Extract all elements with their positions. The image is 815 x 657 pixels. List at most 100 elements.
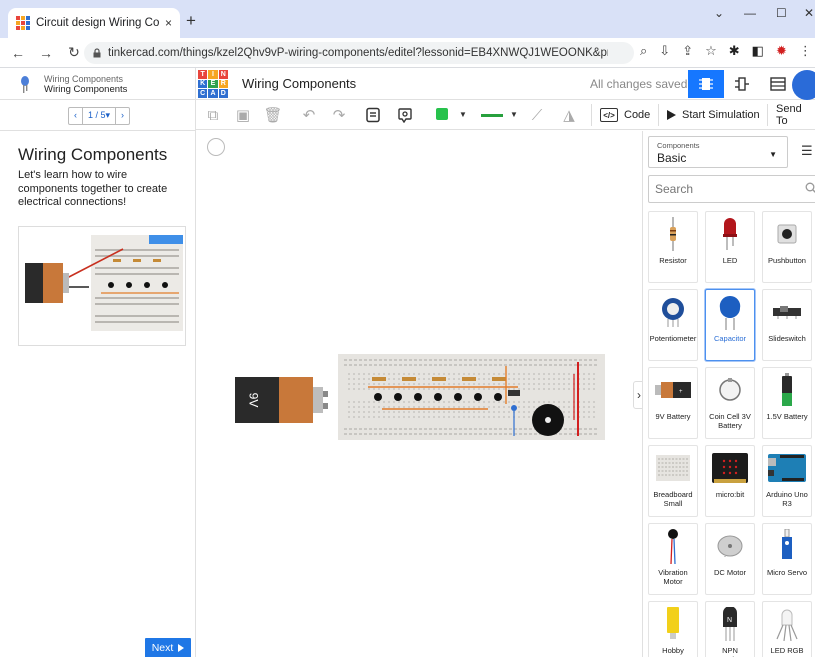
menu-icon[interactable]: ⋮ [799,43,812,59]
browser-tab[interactable]: Circuit design Wiring Componen × [8,8,180,38]
component-card-gearmotor[interactable]: Hobby Gearmotor [648,601,698,657]
color-dropdown-caret-icon[interactable]: ▼ [459,110,467,119]
undo-icon[interactable]: ↶ [300,106,318,124]
forward-arrow-icon[interactable]: → [38,45,54,61]
component-card-npn-transistor[interactable]: N NPN Transistor [705,601,755,657]
start-simulation-button[interactable]: Start Simulation [658,104,768,126]
reload-icon[interactable]: ↻ [66,44,82,61]
schematic-view-button[interactable] [724,70,760,98]
maximize-button[interactable]: ☐ [776,6,787,20]
resistor-icon [670,217,676,251]
microbit-icon [712,453,748,483]
potentiometer-icon [662,298,684,327]
circuit-view-button[interactable] [688,70,724,98]
component-name: Slideswitch [768,334,806,343]
wire-type-swatch[interactable] [481,114,503,117]
components-select-label: Components [657,141,700,150]
paste-icon[interactable]: ▣ [234,106,252,124]
extensions-icon[interactable]: ✱ [729,43,740,59]
components-category-select[interactable]: Components Basic ▼ [648,136,788,168]
rotate-icon[interactable]: ⟋ [528,106,546,124]
circuit-canvas[interactable]: 9V [197,131,642,657]
pager-prev-button[interactable]: ‹ [69,108,82,124]
project-title[interactable]: Wiring Components [242,76,356,91]
play-icon [667,110,676,120]
component-card-aa-battery[interactable]: 1.5V Battery [762,367,812,439]
pushbutton-icon [777,224,797,244]
pager-page-select[interactable]: 1 / 5▾ [82,108,115,124]
copy-icon[interactable]: ⧉ [204,106,222,124]
lesson-header[interactable]: Wiring Components Wiring Components [0,68,196,100]
url-field[interactable]: tinkercad.com/things/kzel2Qhv9vP-wiring-… [84,42,634,64]
divider [0,130,196,131]
logo-letter: D [218,89,228,98]
tab-search-icon[interactable]: ⌄ [714,6,724,20]
new-tab-button[interactable]: + [186,12,196,29]
search-icon[interactable] [805,182,815,194]
breadboard-canvas[interactable] [338,354,605,440]
lesson-title: Wiring Components [18,145,168,164]
coin-cell-icon [719,378,741,401]
sidepanel-icon[interactable]: ◧ [752,43,764,59]
code-button-label: Code [624,109,651,121]
flip-icon[interactable]: ◮ [560,106,578,124]
logo-letter: A [208,89,218,98]
component-card-dc-motor[interactable]: DC Motor [705,523,755,595]
back-arrow-icon[interactable]: ← [10,45,26,61]
lesson-header-subtitle: Wiring Components [44,83,128,95]
component-search-box[interactable] [648,175,815,203]
component-card-led[interactable]: LED [705,211,755,283]
pager-next-button[interactable]: › [115,108,129,124]
component-card-vibration-motor[interactable]: Vibration Motor [648,523,698,595]
component-card-led-rgb[interactable]: LED RGB [762,601,812,657]
vibration-motor-icon [668,529,678,564]
component-card-arduino[interactable]: Arduino Uno R3 [762,445,812,517]
chevron-down-icon: ▼ [769,150,777,159]
redo-icon[interactable]: ↷ [330,106,348,124]
code-button[interactable]: </> Code [591,104,658,126]
component-card-9v-battery[interactable]: + 9V Battery [648,367,698,439]
address-bar: ← → ↻ tinkercad.com/things/kzel2Qhv9vP-w… [0,38,815,68]
annotation-icon[interactable] [396,106,414,124]
component-name: Coin Cell 3V Battery [709,412,751,430]
component-card-microbit[interactable]: micro:bit [705,445,755,517]
lesson-body: Let's learn how to wire components toget… [18,169,168,208]
list-view-icon[interactable]: ☰ [801,143,813,159]
component-card-resistor[interactable]: Resistor [648,211,698,283]
component-card-breadboard[interactable]: Breadboard Small [648,445,698,517]
next-button[interactable]: Next [145,638,191,657]
logo-letter: K [198,79,208,89]
zoom-to-fit-icon[interactable] [207,138,225,156]
components-panel: Components Basic ▼ ☰ Resistor LED Pushbu… [642,131,815,657]
extension-red-icon[interactable]: ✹ [776,43,787,59]
tab-close-icon[interactable]: × [165,16,172,30]
component-card-potentiometer[interactable]: Potentiometer [648,289,698,361]
component-card-pushbutton[interactable]: Pushbutton [762,211,812,283]
component-search-input[interactable] [655,182,795,196]
wire-color-swatch[interactable] [436,108,448,120]
component-card-capacitor[interactable]: Capacitor [705,289,755,361]
install-icon[interactable]: ⇩ [659,43,670,59]
schematic-icon [735,77,749,91]
component-name: Hobby Gearmotor [655,646,691,657]
component-card-micro-servo[interactable]: Micro Servo [762,523,812,595]
component-name: Potentiometer [649,334,697,343]
close-window-button[interactable]: ✕ [804,6,814,20]
tinkercad-logo[interactable]: T I N K E R C A D [198,70,228,98]
minimize-button[interactable]: — [744,6,756,20]
tinkercad-favicon-icon [16,16,30,30]
share-icon[interactable]: ⇪ [682,43,693,59]
zoom-icon[interactable]: ⌕ [640,43,647,59]
wire-dropdown-caret-icon[interactable]: ▼ [510,110,518,119]
component-card-slideswitch[interactable]: Slideswitch [762,289,812,361]
user-avatar[interactable] [792,70,815,100]
next-button-label: Next [151,642,174,654]
send-to-button[interactable]: Send To [767,103,815,127]
trash-icon[interactable]: 🗑 [263,106,282,124]
component-card-coin-cell[interactable]: Coin Cell 3V Battery [705,367,755,439]
notes-icon[interactable] [364,106,382,124]
component-name: Resistor [659,256,687,265]
component-list-button[interactable] [760,70,796,98]
editor-toolbar: ⧉ ▣ 🗑 ↶ ↷ ▼ ▼ ⟋ ◮ </> Code Start Simulat… [196,100,815,130]
bookmark-star-icon[interactable]: ☆ [705,43,717,59]
